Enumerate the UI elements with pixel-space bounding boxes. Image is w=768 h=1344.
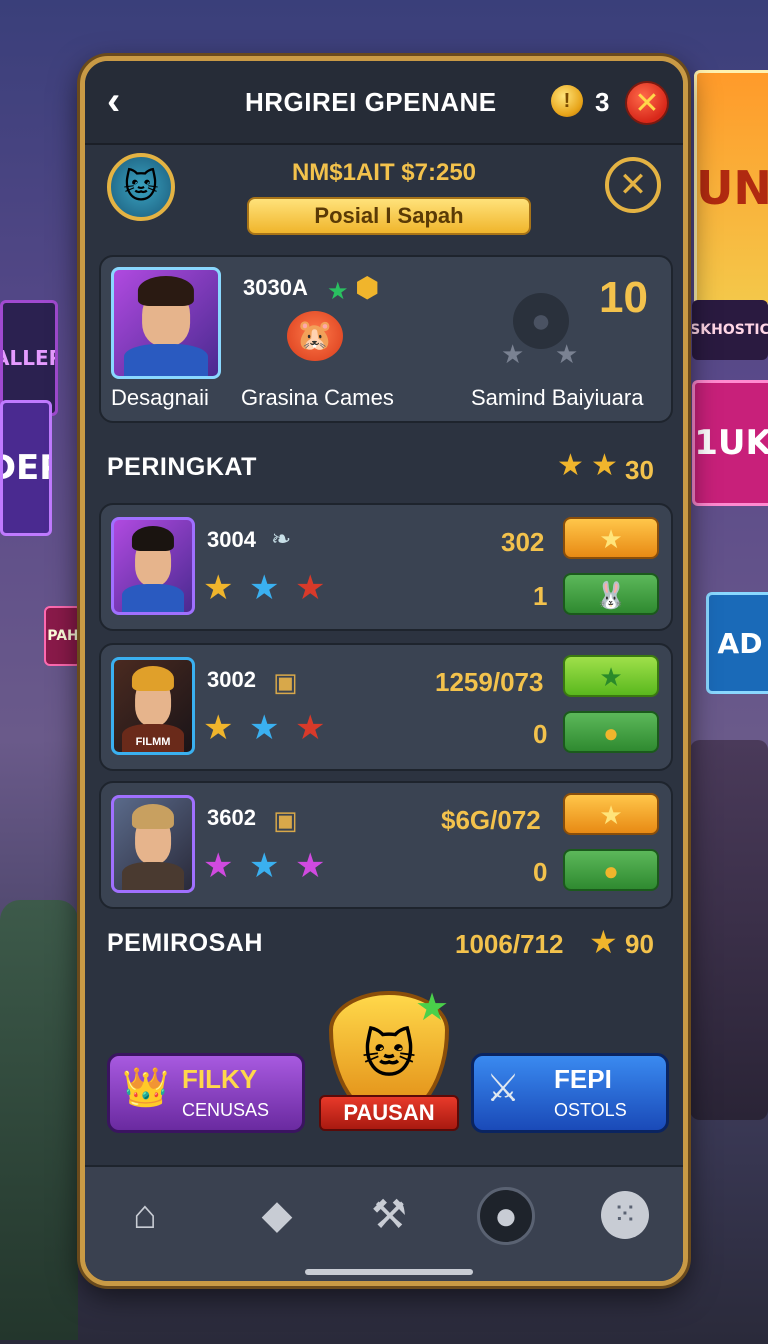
pet-reward-button[interactable]: 🐰: [563, 573, 659, 615]
row-count: 1: [533, 581, 548, 611]
gold-badge-icon: ⬢: [355, 272, 380, 303]
bg-sign-1uk: 1UK: [692, 380, 768, 506]
filky-button[interactable]: 👑 FILKY CENUSAS: [107, 1053, 305, 1133]
pausan-badge[interactable]: 🐱 ★ PAUSAN: [319, 987, 459, 1151]
home-indicator: [305, 1269, 473, 1275]
bg-sign-aller: ALLER: [0, 300, 58, 416]
row-count: 0: [533, 857, 548, 887]
leaderboard-panel: ‹ HRGIREI GPENANE ! 3 ✕ 🐱 NM$1AIT $7:250…: [80, 56, 688, 1286]
player-name-1: Desagnaii: [111, 385, 209, 410]
row-id: 3004: [207, 527, 256, 552]
portrait-hair: [131, 803, 175, 830]
portrait-caption: FILMM: [135, 736, 171, 748]
blue-star-icon: ★: [249, 847, 280, 885]
hamster-icon: 🐹: [287, 311, 343, 361]
close-icon[interactable]: ✕: [625, 81, 669, 125]
ranking-row[interactable]: 3602 ▣ ★ ★ ★ $6G/072 ★ 0 ●: [99, 781, 673, 909]
box-icon: ▣: [273, 667, 298, 697]
portrait-hair: [137, 276, 195, 307]
settings-icon[interactable]: ⁙: [601, 1191, 649, 1239]
grey-star-icon: ★: [501, 339, 525, 369]
pausan-ribbon: PAUSAN: [319, 1095, 459, 1131]
row-value: 1259/073: [435, 667, 544, 697]
blue-star-icon: ★: [249, 569, 280, 607]
ranking-total: 30: [625, 455, 654, 485]
pet-face-icon[interactable]: ●: [477, 1187, 535, 1245]
row-value: 302: [501, 527, 545, 557]
gold-star-icon: ★: [589, 924, 618, 960]
coin-count: 3: [595, 87, 610, 117]
purple-star-icon: ★: [203, 847, 234, 885]
green-star-icon: ★: [327, 278, 349, 305]
home-icon[interactable]: ⌂: [117, 1187, 173, 1243]
mission-text: NM$1AIT $7:250: [291, 159, 477, 186]
summary-title: PEMIROSAH: [107, 929, 263, 957]
crown-icon: [131, 665, 175, 692]
row-portrait: FILMM: [111, 657, 195, 755]
blue-star-icon: ★: [249, 709, 280, 747]
page-title: HRGIREI GPENANE: [245, 87, 497, 117]
gold-star-icon: ★: [591, 449, 618, 482]
star-reward-button[interactable]: ★: [563, 655, 659, 697]
fepi-button[interactable]: ⚔ FEPI OSTOLS: [471, 1053, 669, 1133]
player-score: 3030A: [243, 275, 308, 300]
king-icon: 👑: [122, 1067, 170, 1109]
close-ring-icon[interactable]: ✕: [605, 157, 661, 213]
grey-star-icon: ★: [555, 339, 579, 369]
fepi-subtitle: OSTOLS: [554, 1100, 627, 1120]
gold-star-icon: ★: [557, 449, 584, 482]
red-star-icon: ★: [295, 709, 326, 747]
bg-robot: [0, 900, 78, 1340]
fepi-title: FEPI: [554, 1064, 612, 1094]
posial-button[interactable]: Posial I Sapah: [247, 197, 531, 235]
player-name-2: Grasina Cames: [241, 385, 394, 410]
player-big-number: 10: [599, 273, 648, 322]
summary-stars: 90: [625, 929, 654, 959]
bg-sign-skhostic: SKHOSTIC: [692, 300, 768, 360]
row-portrait: [111, 517, 195, 615]
coin-icon: !: [551, 85, 583, 117]
pet-reward-button[interactable]: ●: [563, 849, 659, 891]
portrait-shirt: [121, 584, 185, 612]
ranking-title: PERINGKAT: [107, 453, 257, 481]
bg-sign-dep: DEP: [0, 400, 52, 536]
player-card: 3030A ★ ⬢ 🐹 ● ★ ★ 10 Desagnaii Grasina C…: [99, 255, 673, 423]
row-id: 3002: [207, 667, 256, 692]
filky-subtitle: CENUSAS: [182, 1100, 270, 1120]
gold-star-icon: ★: [203, 709, 234, 747]
portrait-hair: [131, 525, 175, 552]
gold-star-icon: ★: [203, 569, 234, 607]
diamond-icon[interactable]: ◆: [249, 1187, 305, 1243]
red-star-icon: ★: [295, 569, 326, 607]
green-star-icon: ★: [415, 987, 450, 1029]
filky-title: FILKY: [182, 1064, 258, 1094]
pet-reward-button[interactable]: ●: [563, 711, 659, 753]
back-arrow-icon[interactable]: ‹: [107, 81, 143, 121]
row-count: 0: [533, 719, 548, 749]
purple-star-icon: ★: [295, 847, 326, 885]
box-icon: ▣: [273, 805, 298, 835]
summary-value: 1006/712: [455, 929, 564, 959]
player-portrait[interactable]: [111, 267, 221, 379]
portrait-shirt: [124, 344, 208, 376]
leaf-icon: ❧: [271, 526, 292, 553]
bottom-nav: ⌂ ◆ ⚒ ● ⁙: [85, 1165, 683, 1281]
ranking-row[interactable]: 3004 ❧ ★ ★ ★ 302 ★ 1 🐰: [99, 503, 673, 631]
bg-sign-pah: PAH: [44, 606, 82, 666]
bg-sign-un: UN: [694, 70, 768, 306]
bg-sign-ad: AD: [706, 592, 768, 694]
player-name-3: Samind Baiyiuara: [471, 385, 644, 410]
row-portrait: [111, 795, 195, 893]
bg-arcade-machine: [690, 740, 768, 1120]
row-id: 3602: [207, 805, 256, 830]
tools-icon[interactable]: ⚒: [361, 1187, 417, 1243]
star-reward-button[interactable]: ★: [563, 517, 659, 559]
sword-icon: ⚔: [486, 1068, 521, 1110]
portrait-shirt: [121, 862, 185, 890]
row-value: $6G/072: [441, 805, 541, 835]
top-bar: ‹ HRGIREI GPENANE ! 3 ✕: [85, 61, 683, 145]
star-reward-button[interactable]: ★: [563, 793, 659, 835]
ranking-row[interactable]: FILMM 3002 ▣ ★ ★ ★ 1259/073 ★ 0 ●: [99, 643, 673, 771]
